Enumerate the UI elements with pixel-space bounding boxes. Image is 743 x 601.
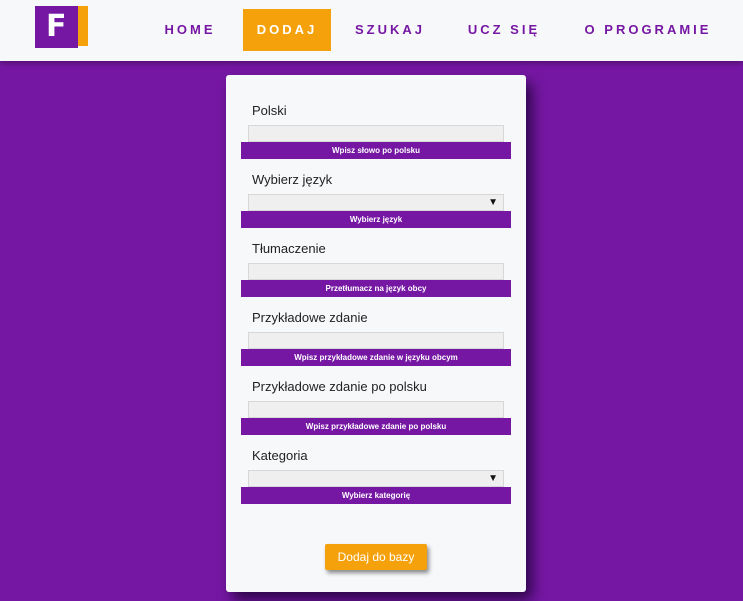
field-przykladowe-zdanie: Przykładowe zdanie Wpisz przykładowe zda… <box>226 310 526 372</box>
field-label: Polski <box>252 103 287 118</box>
app-logo[interactable]: F <box>35 6 88 48</box>
field-label: Kategoria <box>252 448 308 463</box>
chevron-down-icon: ▼ <box>488 473 498 484</box>
field-label: Przykładowe zdanie po polsku <box>252 379 427 394</box>
nav-ucz-sie[interactable]: UCZ SIĘ <box>460 9 548 51</box>
nav-szukaj[interactable]: SZUKAJ <box>350 9 430 51</box>
field-label: Tłumaczenie <box>252 241 326 256</box>
polski-input[interactable] <box>248 125 504 142</box>
field-jezyk: Wybierz język ▼ Wybierz język <box>226 172 526 234</box>
chevron-down-icon: ▼ <box>488 197 498 208</box>
field-label: Przykładowe zdanie <box>252 310 368 325</box>
field-tlumaczenie: Tłumaczenie Przetłumacz na język obcy <box>226 241 526 303</box>
submit-button[interactable]: Dodaj do bazy <box>325 544 427 570</box>
field-kategoria: Kategoria ▼ Wybierz kategorię <box>226 448 526 510</box>
field-hint: Wybierz język <box>241 211 511 228</box>
field-hint: Wpisz przykładowe zdanie po polsku <box>241 418 511 435</box>
navbar: F HOME DODAJ SZUKAJ UCZ SIĘ O PROGRAMIE <box>0 0 743 61</box>
nav-o-programie[interactable]: O PROGRAMIE <box>575 9 721 51</box>
field-hint: Wpisz słowo po polsku <box>241 142 511 159</box>
example-sentence-pl-input[interactable] <box>248 401 504 418</box>
translation-input[interactable] <box>248 263 504 280</box>
field-label: Wybierz język <box>252 172 333 187</box>
language-select[interactable]: ▼ <box>248 194 504 211</box>
field-hint: Wpisz przykładowe zdanie w języku obcym <box>241 349 511 366</box>
field-hint: Wybierz kategorię <box>241 487 511 504</box>
nav-home[interactable]: HOME <box>160 9 220 51</box>
example-sentence-input[interactable] <box>248 332 504 349</box>
field-polski: Polski Wpisz słowo po polsku <box>226 103 526 165</box>
category-select[interactable]: ▼ <box>248 470 504 487</box>
nav-dodaj[interactable]: DODAJ <box>243 9 331 51</box>
field-przykladowe-zdanie-pl: Przykładowe zdanie po polsku Wpisz przyk… <box>226 379 526 441</box>
add-word-form: Polski Wpisz słowo po polsku Wybierz jęz… <box>226 75 526 592</box>
logo-letter: F <box>35 6 78 48</box>
field-hint: Przetłumacz na język obcy <box>241 280 511 297</box>
